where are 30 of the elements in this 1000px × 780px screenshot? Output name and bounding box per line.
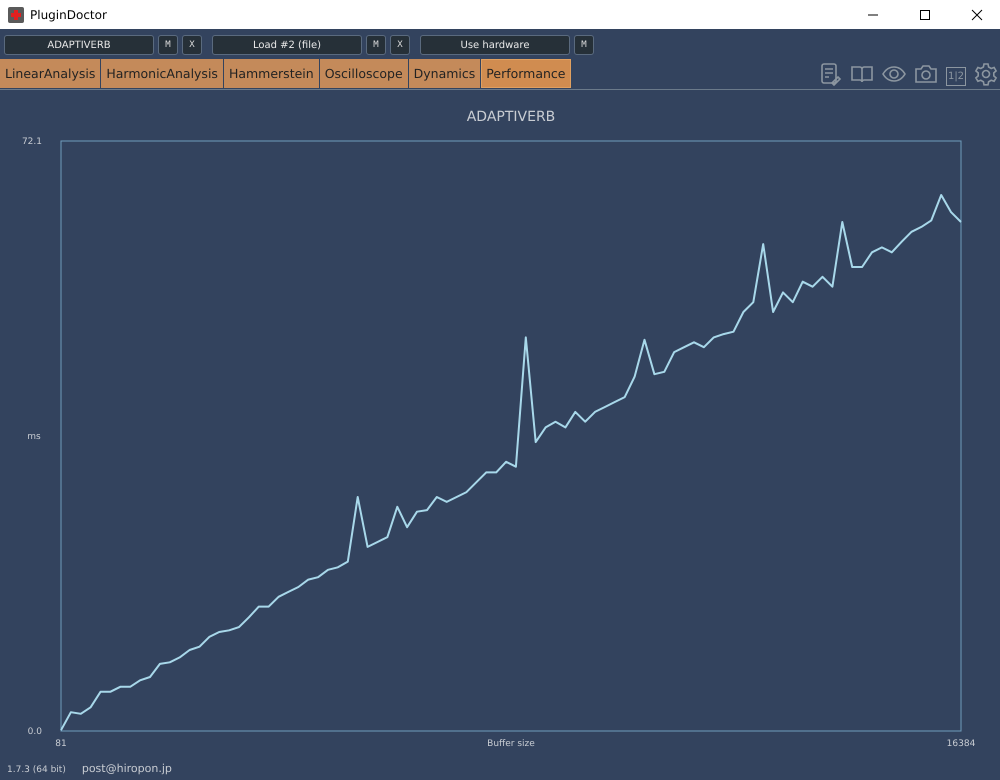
- analysis-tab[interactable]: Performance: [481, 59, 572, 88]
- camera-icon[interactable]: [914, 62, 938, 86]
- y-tick-label: 0.0: [28, 727, 42, 737]
- settings-icon[interactable]: [974, 62, 998, 86]
- version-text: 1.7.3 (64 bit): [7, 765, 66, 775]
- y-axis-label: ms: [27, 432, 41, 442]
- slot-option-button[interactable]: M: [366, 35, 386, 55]
- maximize-icon[interactable]: [919, 8, 931, 20]
- slot-option-button[interactable]: M: [158, 35, 178, 55]
- plugin-slot-button[interactable]: Load #2 (file): [212, 35, 362, 55]
- analysis-tab[interactable]: Dynamics: [408, 59, 482, 88]
- analysis-tab[interactable]: HarmonicAnalysis: [101, 59, 224, 88]
- window-title: PluginDoctor: [30, 8, 108, 22]
- email-text: post@hiropon.jp: [82, 762, 172, 775]
- x-tick-label: 81: [55, 739, 67, 749]
- y-tick-label: 72.1: [22, 137, 42, 147]
- plugin-slot-button[interactable]: ADAPTIVERB: [4, 35, 154, 55]
- slot-option-button[interactable]: M: [574, 35, 594, 55]
- notes-edit-icon[interactable]: [818, 62, 842, 86]
- x-tick-label: 16384: [946, 739, 976, 749]
- x-axis-label: Buffer size: [487, 739, 535, 749]
- chart-title: ADAPTIVERB: [466, 109, 556, 125]
- app-logo-icon: [8, 6, 24, 22]
- analysis-tab[interactable]: LinearAnalysis: [0, 59, 102, 88]
- analysis-tab[interactable]: Oscilloscope: [320, 59, 409, 88]
- slot-option-button[interactable]: X: [390, 35, 410, 55]
- slot-option-button[interactable]: X: [182, 35, 202, 55]
- analysis-tab[interactable]: Hammerstein: [224, 59, 320, 88]
- close-icon[interactable]: [971, 8, 983, 20]
- plugin-slot-button[interactable]: Use hardware: [420, 35, 570, 55]
